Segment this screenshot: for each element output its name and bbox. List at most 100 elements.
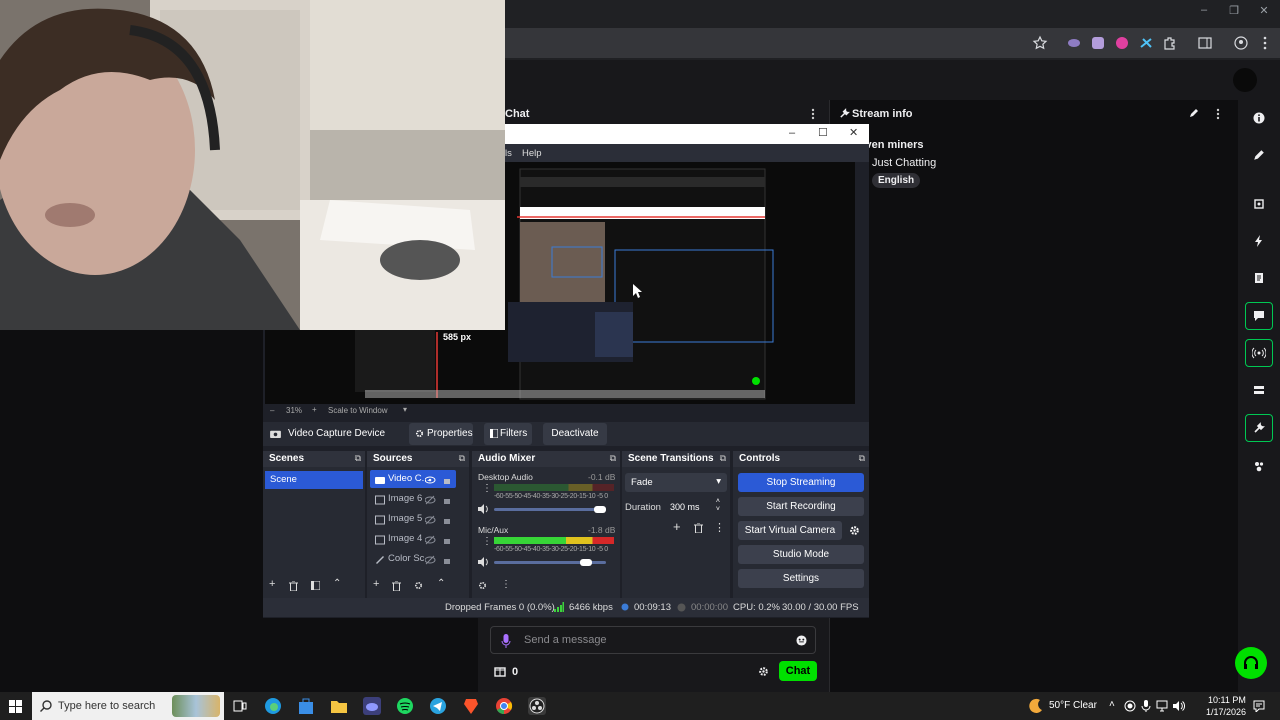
obs-maximize-button[interactable]: ☐ — [818, 126, 828, 139]
channel-points-icon[interactable] — [494, 665, 506, 677]
clock-date[interactable]: 1/17/2026 — [1206, 707, 1246, 717]
close-button[interactable]: ✕ — [1250, 4, 1278, 22]
trash-icon[interactable] — [289, 581, 298, 591]
obs-close-button[interactable]: ✕ — [849, 126, 858, 139]
undock-icon[interactable]: ⧉ — [610, 453, 616, 464]
chrome-icon[interactable] — [495, 697, 513, 715]
chat-bubble-icon[interactable] — [1245, 302, 1273, 330]
taskbar-search-input[interactable]: Type here to search — [32, 692, 224, 720]
microphone-icon[interactable] — [1141, 700, 1151, 712]
extension-icon[interactable] — [1114, 35, 1130, 51]
chevron-down-icon[interactable]: ▾ — [403, 405, 407, 414]
studio-mode-button[interactable]: Studio Mode — [738, 545, 864, 564]
network-icon[interactable] — [1156, 700, 1168, 712]
undock-icon[interactable]: ⧉ — [859, 453, 865, 464]
add-icon[interactable]: + — [673, 519, 681, 534]
discord-icon[interactable] — [363, 697, 381, 715]
broadcast-icon[interactable] — [1245, 339, 1273, 367]
volume-slider[interactable] — [494, 508, 606, 511]
edge-icon[interactable] — [264, 697, 282, 715]
extension-icon[interactable] — [1066, 35, 1082, 51]
add-icon[interactable]: + — [373, 578, 379, 590]
users-icon[interactable] — [1245, 452, 1273, 480]
volume-knob[interactable] — [579, 559, 592, 566]
extension-icon[interactable] — [1090, 35, 1106, 51]
stepper-icon[interactable]: ˄ ˅ — [716, 498, 720, 514]
undock-icon[interactable]: ⧉ — [459, 453, 465, 464]
lightning-icon[interactable] — [1245, 227, 1273, 255]
obs-minimize-button[interactable]: – — [789, 127, 795, 139]
volume-icon[interactable] — [1173, 700, 1185, 712]
avatar[interactable] — [1233, 68, 1257, 92]
menu-icon[interactable] — [1257, 35, 1273, 51]
filter-icon[interactable] — [311, 581, 320, 590]
gear-icon[interactable] — [414, 581, 423, 590]
layout-icon[interactable] — [1245, 376, 1273, 404]
speaker-icon[interactable] — [478, 557, 490, 567]
undock-icon[interactable]: ⧉ — [355, 453, 361, 464]
filters-button[interactable]: Filters — [484, 423, 532, 445]
deactivate-button[interactable]: Deactivate — [543, 423, 607, 445]
notification-icon[interactable] — [1253, 700, 1265, 712]
trash-icon[interactable] — [694, 523, 703, 533]
visibility-lock-icons[interactable] — [425, 475, 451, 565]
move-up-icon[interactable]: ⌃ — [333, 578, 341, 589]
star-icon[interactable] — [1032, 35, 1048, 51]
store-icon[interactable] — [297, 697, 315, 715]
more-icon[interactable]: ⋮ — [501, 579, 511, 590]
stream-category[interactable]: Just Chatting — [872, 157, 936, 169]
zoom-mode[interactable]: Scale to Window — [328, 406, 388, 415]
pencil-icon[interactable] — [1189, 108, 1199, 118]
properties-button[interactable]: Properties — [409, 423, 473, 445]
duration-input[interactable]: 300 ms ˄ ˅ — [666, 498, 726, 517]
zoom-in-button[interactable]: + — [312, 405, 317, 414]
start-virtual-camera-button[interactable]: Start Virtual Camera — [738, 521, 842, 540]
restore-button[interactable]: ❐ — [1220, 4, 1248, 22]
task-view-icon[interactable] — [231, 697, 249, 715]
more-icon[interactable]: ⋮ — [714, 521, 725, 534]
spotify-icon[interactable] — [396, 697, 414, 715]
brave-icon[interactable] — [462, 697, 480, 715]
more-icon[interactable] — [1215, 108, 1221, 120]
record-indicator-icon[interactable] — [1124, 700, 1136, 712]
gear-icon[interactable] — [758, 666, 769, 677]
file-explorer-icon[interactable] — [330, 697, 348, 715]
obs-icon[interactable] — [528, 697, 546, 715]
menu-tools[interactable]: ls — [505, 148, 512, 159]
info-icon[interactable] — [1245, 104, 1273, 132]
clipboard-icon[interactable] — [1245, 264, 1273, 292]
menu-help[interactable]: Help — [522, 148, 542, 159]
gear-icon[interactable] — [849, 525, 860, 536]
gear-icon[interactable] — [478, 581, 487, 590]
more-icon[interactable] — [808, 108, 818, 120]
zoom-out-button[interactable]: – — [270, 406, 274, 415]
emote-icon[interactable] — [796, 635, 807, 646]
speaker-icon[interactable] — [478, 504, 490, 514]
volume-knob[interactable] — [594, 506, 607, 513]
transition-select[interactable]: Fade ▾ — [625, 473, 727, 492]
undock-icon[interactable]: ⧉ — [720, 453, 726, 464]
focus-icon[interactable] — [1245, 190, 1273, 218]
move-up-icon[interactable]: ⌃ — [437, 578, 445, 589]
telegram-icon[interactable] — [429, 697, 447, 715]
wrench-icon[interactable] — [1245, 414, 1273, 442]
clock-time[interactable]: 10:11 PM — [1208, 695, 1246, 705]
trash-icon[interactable] — [392, 581, 401, 591]
language-tag[interactable]: English — [872, 173, 921, 188]
settings-button[interactable]: Settings — [738, 569, 864, 588]
weather-icon[interactable] — [1028, 698, 1044, 714]
puzzle-icon[interactable] — [1162, 35, 1178, 51]
minimize-button[interactable]: – — [1190, 4, 1218, 22]
start-recording-button[interactable]: Start Recording — [738, 497, 864, 516]
pencil-icon[interactable] — [1245, 141, 1273, 169]
extension-icon[interactable] — [1138, 35, 1154, 51]
profile-icon[interactable] — [1233, 35, 1249, 51]
chat-input[interactable]: Send a message — [490, 626, 816, 654]
stop-streaming-button[interactable]: Stop Streaming — [738, 473, 864, 492]
scene-item[interactable]: Scene — [265, 471, 363, 489]
chat-button[interactable]: Chat — [779, 661, 817, 681]
microphone-icon[interactable] — [501, 634, 511, 648]
chevron-up-icon[interactable]: ˄ — [1109, 699, 1115, 710]
more-icon[interactable]: ⋮ — [482, 483, 492, 494]
windows-start-icon[interactable] — [9, 700, 22, 713]
